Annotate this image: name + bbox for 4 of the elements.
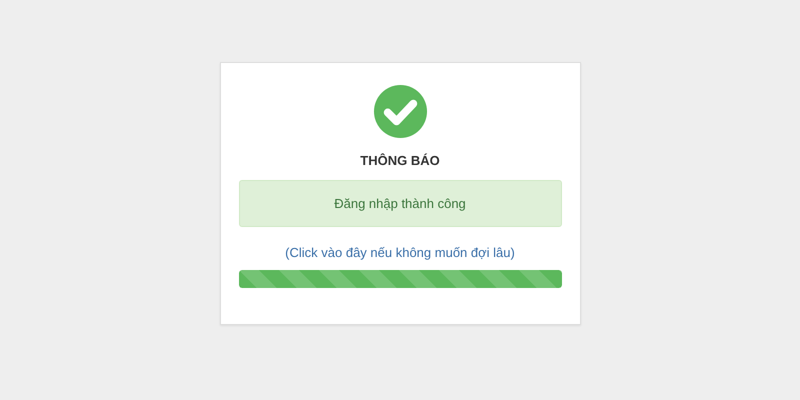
dialog-title: THÔNG BÁO bbox=[360, 153, 440, 168]
skip-wait-link[interactable]: (Click vào đây nếu không muốn đợi lâu) bbox=[285, 245, 515, 260]
success-alert: Đăng nhập thành công bbox=[238, 180, 562, 227]
checkmark-icon bbox=[372, 84, 428, 139]
